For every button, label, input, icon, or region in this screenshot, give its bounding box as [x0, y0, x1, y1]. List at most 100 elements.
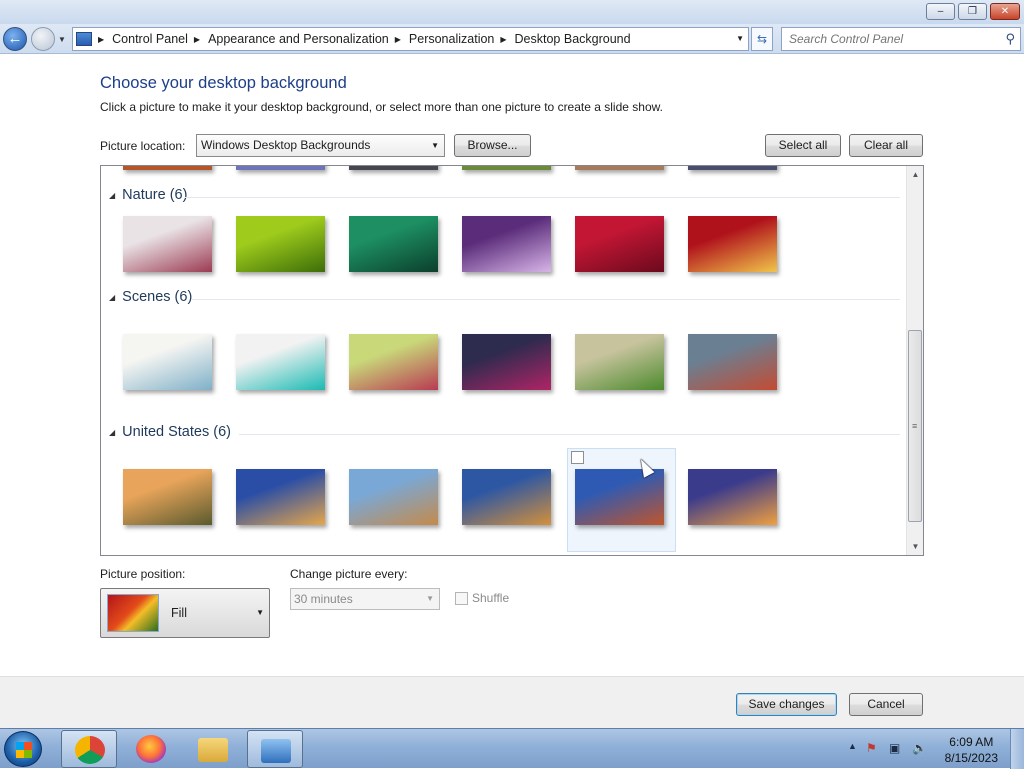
breadcrumb-separator-icon[interactable]: ▶	[500, 35, 506, 44]
search-box[interactable]: ⚲	[781, 27, 1021, 51]
change-every-value: 30 minutes	[294, 592, 353, 606]
clock[interactable]: 6:09 AM 8/15/2023	[945, 734, 998, 766]
wallpaper-thumbnail[interactable]	[349, 469, 438, 525]
collapse-triangle-icon[interactable]: ◢	[109, 428, 115, 437]
back-arrow-icon: ←	[7, 30, 23, 47]
chevron-down-icon[interactable]: ▼	[736, 34, 744, 43]
picture-location-select[interactable]: Windows Desktop Backgrounds ▼	[196, 134, 445, 157]
wallpaper-thumbnail[interactable]	[236, 469, 325, 525]
picture-gallery[interactable]: ◢ Nature (6) ◢ Scenes (6) ◢ United State…	[100, 165, 924, 556]
shuffle-checkbox[interactable]: Shuffle	[455, 591, 509, 605]
partial-thumbnail[interactable]	[462, 166, 551, 170]
restore-button[interactable]: ❐	[958, 3, 987, 20]
group-title: Nature (6)	[122, 187, 188, 203]
close-button[interactable]: ✕	[990, 3, 1020, 20]
scroll-down-icon[interactable]: ▼	[907, 538, 923, 555]
wallpaper-thumbnail[interactable]	[123, 216, 212, 272]
partial-thumbnail[interactable]	[349, 166, 438, 170]
wallpaper-thumbnail[interactable]	[575, 469, 664, 525]
breadcrumb-desktop-background[interactable]: Desktop Background	[515, 32, 631, 46]
browse-button[interactable]: Browse...	[454, 134, 531, 157]
taskbar-file-explorer[interactable]	[185, 730, 241, 768]
partial-thumbnail[interactable]	[575, 166, 664, 170]
wallpaper-thumbnail[interactable]	[688, 216, 777, 272]
main-content: Choose your desktop background Click a p…	[0, 54, 1024, 676]
refresh-button[interactable]: ⇆	[751, 27, 773, 51]
group-divider	[185, 197, 900, 198]
select-all-button[interactable]: Select all	[765, 134, 841, 157]
breadcrumb-appearance[interactable]: Appearance and Personalization	[208, 32, 389, 46]
picture-position-select[interactable]: Fill ▼	[100, 588, 270, 638]
action-center-flag-icon[interactable]: ⚑	[866, 741, 877, 755]
wallpaper-thumbnail[interactable]	[575, 334, 664, 390]
search-input[interactable]	[789, 29, 999, 49]
wallpaper-thumbnail[interactable]	[349, 216, 438, 272]
breadcrumb-control-panel[interactable]: Control Panel	[112, 32, 188, 46]
page-title: Choose your desktop background	[100, 74, 347, 92]
thumbnail-checkbox[interactable]	[571, 451, 584, 464]
back-button[interactable]: ←	[3, 27, 27, 51]
firefox-icon	[136, 735, 166, 763]
control-panel-icon	[261, 739, 291, 763]
taskbar-firefox[interactable]	[123, 730, 179, 768]
forward-button[interactable]	[31, 27, 55, 51]
taskbar-chrome[interactable]	[61, 730, 117, 768]
wallpaper-thumbnail[interactable]	[349, 334, 438, 390]
chevron-down-icon: ▼	[431, 141, 439, 150]
address-bar[interactable]: ▶ Control Panel ▶ Appearance and Persona…	[72, 27, 749, 51]
refresh-icon: ⇆	[756, 32, 768, 46]
scrollbar-thumb[interactable]: ≡	[908, 330, 922, 522]
wallpaper-thumbnail[interactable]	[462, 469, 551, 525]
breadcrumb-separator-icon[interactable]: ▶	[395, 35, 401, 44]
partial-thumbnail[interactable]	[236, 166, 325, 170]
recent-pages-dropdown[interactable]: ▼	[58, 35, 66, 44]
group-header-scenes[interactable]: ◢ Scenes (6)	[109, 289, 900, 305]
position-preview-swatch	[107, 594, 159, 632]
collapse-triangle-icon[interactable]: ◢	[109, 293, 115, 302]
save-changes-button[interactable]: Save changes	[736, 693, 837, 716]
chevron-down-icon: ▼	[426, 594, 434, 603]
picture-position-label: Picture position:	[100, 567, 186, 581]
volume-muted-icon[interactable]: 🔈	[912, 741, 927, 755]
partial-thumbnail[interactable]	[123, 166, 212, 170]
windows-logo-icon	[16, 742, 32, 758]
collapse-triangle-icon[interactable]: ◢	[109, 191, 115, 200]
change-every-label: Change picture every:	[290, 567, 408, 581]
checkbox-box[interactable]	[455, 591, 468, 605]
wallpaper-thumbnail[interactable]	[462, 216, 551, 272]
network-icon[interactable]: ▣	[889, 741, 900, 755]
wallpaper-thumbnail[interactable]	[462, 334, 551, 390]
file-explorer-icon	[198, 738, 228, 762]
group-divider	[239, 434, 900, 435]
breadcrumb-personalization[interactable]: Personalization	[409, 32, 494, 46]
clock-time: 6:09 AM	[949, 735, 994, 749]
picture-location-value: Windows Desktop Backgrounds	[201, 138, 371, 152]
clear-all-button[interactable]: Clear all	[849, 134, 923, 157]
taskbar-control-panel[interactable]	[247, 730, 303, 768]
grip-icon: ≡	[912, 421, 918, 431]
wallpaper-thumbnail[interactable]	[123, 469, 212, 525]
show-desktop-button[interactable]	[1010, 729, 1024, 769]
vertical-scrollbar[interactable]: ▲ ≡ ▼	[906, 166, 923, 555]
start-button[interactable]	[4, 731, 42, 767]
search-icon[interactable]: ⚲	[1005, 31, 1015, 47]
breadcrumb-separator-icon[interactable]: ▶	[98, 35, 104, 44]
wallpaper-thumbnail[interactable]	[575, 216, 664, 272]
change-every-select[interactable]: 30 minutes ▼	[290, 588, 440, 610]
wallpaper-thumbnail[interactable]	[236, 216, 325, 272]
scroll-up-icon[interactable]: ▲	[907, 166, 923, 183]
group-header-nature[interactable]: ◢ Nature (6)	[109, 187, 900, 203]
partial-thumbnail[interactable]	[688, 166, 777, 170]
system-tray: ▲ ⚑ ▣ 🔈 6:09 AM 8/15/2023	[834, 729, 1024, 769]
wallpaper-thumbnail[interactable]	[688, 334, 777, 390]
wallpaper-thumbnail[interactable]	[236, 334, 325, 390]
wallpaper-thumbnail[interactable]	[688, 469, 777, 525]
dialog-footer: Save changes Cancel	[0, 676, 1024, 728]
cancel-button[interactable]: Cancel	[849, 693, 923, 716]
group-header-united-states[interactable]: ◢ United States (6)	[109, 424, 900, 440]
breadcrumb-separator-icon[interactable]: ▶	[194, 35, 200, 44]
show-hidden-icons-icon[interactable]: ▲	[848, 741, 857, 751]
picture-position-value: Fill	[171, 606, 187, 620]
minimize-button[interactable]: –	[926, 3, 955, 20]
wallpaper-thumbnail[interactable]	[123, 334, 212, 390]
